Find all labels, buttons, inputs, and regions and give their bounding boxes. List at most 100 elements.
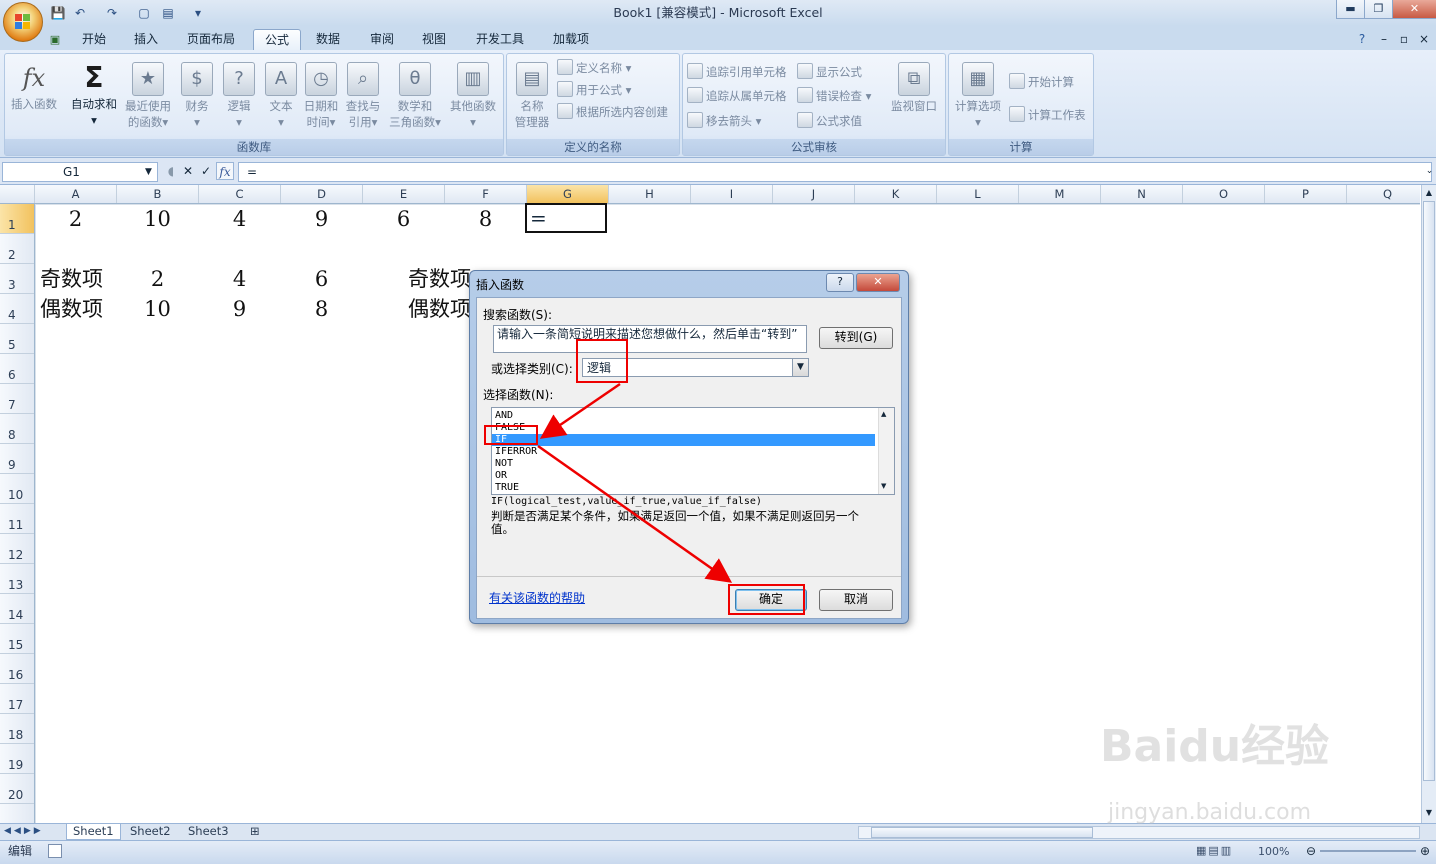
cell-D4[interactable]: 8 <box>281 294 362 324</box>
row-header-10[interactable]: 10 <box>0 474 34 504</box>
tab-developer[interactable]: 开发工具 <box>466 29 534 50</box>
column-header-O[interactable]: O <box>1183 185 1265 203</box>
function-item-not[interactable]: NOT <box>495 458 875 470</box>
category-select[interactable]: 逻辑 ▼ <box>582 358 809 377</box>
help-icon[interactable]: ? <box>1352 29 1372 50</box>
watch-window-button[interactable]: ⧉ 监视窗口 <box>887 62 941 114</box>
column-header-F[interactable]: F <box>445 185 527 203</box>
function-item-true[interactable]: TRUE <box>495 482 875 494</box>
row-header-12[interactable]: 12 <box>0 534 34 564</box>
datetime-button[interactable]: ◷ 日期和 时间▾ <box>301 62 341 130</box>
function-item-iferror[interactable]: IFERROR <box>495 446 875 458</box>
formula-input[interactable]: = <box>238 162 1432 182</box>
row-header-1[interactable]: 1 <box>0 204 34 234</box>
row-header-2[interactable]: 2 <box>0 234 34 264</box>
calc-sheet-button[interactable]: 计算工作表 <box>1009 105 1086 125</box>
maximize-button[interactable]: ❐ <box>1364 0 1393 19</box>
cell-A1[interactable]: 2 <box>35 204 116 234</box>
row-header-9[interactable]: 9 <box>0 444 34 474</box>
column-header-C[interactable]: C <box>199 185 281 203</box>
scroll-up-icon[interactable]: ▲ <box>1423 187 1435 199</box>
horizontal-scrollbar[interactable] <box>858 826 1420 839</box>
column-header-J[interactable]: J <box>773 185 855 203</box>
evaluate-formula-button[interactable]: 公式求值 <box>797 111 862 131</box>
insert-function-fx-icon[interactable]: fx <box>216 162 234 180</box>
vertical-scrollbar[interactable]: ▲ ▼ <box>1421 185 1436 823</box>
undo-icon[interactable]: ↶ <box>72 5 88 21</box>
zoom-slider[interactable] <box>1320 850 1416 852</box>
row-header-16[interactable]: 16 <box>0 654 34 684</box>
customize-qat-icon[interactable]: ▾ <box>190 5 206 21</box>
function-list[interactable]: AND FALSE IF IFERROR NOT OR TRUE ▲ ▼ <box>491 407 895 495</box>
column-header-D[interactable]: D <box>281 185 363 203</box>
list-scroll-up-icon[interactable]: ▲ <box>881 410 886 418</box>
function-list-scrollbar[interactable]: ▲ ▼ <box>878 408 894 494</box>
remove-arrows-button[interactable]: 移去箭头 ▾ <box>687 111 761 131</box>
show-formulas-button[interactable]: 显示公式 <box>797 62 862 82</box>
cell-B3[interactable]: 2 <box>117 264 198 294</box>
sheet-tab-2[interactable]: Sheet2 <box>124 824 177 839</box>
more-functions-button[interactable]: ▥ 其他函数 ▾ <box>445 62 501 130</box>
tab-formulas[interactable]: 公式 <box>253 29 301 51</box>
trace-dependents-button[interactable]: 追踪从属单元格 <box>687 86 787 106</box>
name-box[interactable]: G1 ▼ <box>2 162 158 182</box>
print-preview-icon[interactable]: ▢ <box>136 5 152 21</box>
insert-function-button[interactable]: fx 插入函数 <box>7 62 61 112</box>
function-item-or[interactable]: OR <box>495 470 875 482</box>
expand-formula-bar-icon[interactable]: ⌄ <box>1424 162 1435 180</box>
confirm-entry-icon[interactable]: ✓ <box>198 162 214 180</box>
tab-data[interactable]: 数据 <box>306 29 350 50</box>
cell-C3[interactable]: 4 <box>199 264 280 294</box>
sheet-tab-1[interactable]: Sheet1 <box>66 824 121 840</box>
row-header-13[interactable]: 13 <box>0 564 34 594</box>
insert-sheet-icon[interactable]: ⊞ <box>244 824 266 839</box>
row-header-5[interactable]: 5 <box>0 324 34 354</box>
cell-D1[interactable]: 9 <box>281 204 362 234</box>
cancel-button[interactable]: 取消 <box>819 589 893 611</box>
cell-B4[interactable]: 10 <box>117 294 198 324</box>
save-icon[interactable]: 💾 <box>50 5 66 21</box>
row-header-7[interactable]: 7 <box>0 384 34 414</box>
column-header-G[interactable]: G <box>527 185 609 203</box>
column-header-E[interactable]: E <box>363 185 445 203</box>
cell-A3[interactable]: 奇数项 <box>35 264 121 294</box>
goto-button[interactable]: 转到(G) <box>819 327 893 349</box>
ok-button[interactable]: 确定 <box>735 589 807 611</box>
financial-button[interactable]: $ 财务 ▾ <box>177 62 217 130</box>
name-box-dropdown-icon[interactable]: ▼ <box>145 163 152 181</box>
scroll-down-icon[interactable]: ▼ <box>1423 807 1435 819</box>
ribbon-close-icon[interactable]: × <box>1416 29 1432 50</box>
tab-insert[interactable]: 插入 <box>124 29 168 50</box>
zoom-level[interactable]: 100% <box>1258 841 1289 862</box>
logical-button[interactable]: ? 逻辑 ▾ <box>219 62 259 130</box>
cell-E1[interactable]: 6 <box>363 204 444 234</box>
zoom-in-icon[interactable]: ⊕ <box>1418 844 1432 858</box>
column-header-A[interactable]: A <box>35 185 117 203</box>
close-button[interactable]: ✕ <box>1392 0 1436 19</box>
dialog-help-button[interactable]: ? <box>826 273 854 292</box>
lookup-button[interactable]: ⌕ 查找与 引用▾ <box>343 62 383 130</box>
name-manager-button[interactable]: ▤ 名称 管理器 <box>509 62 555 130</box>
vertical-scroll-thumb[interactable] <box>1423 201 1435 781</box>
ribbon-minimize-icon[interactable]: – <box>1376 29 1392 50</box>
zoom-out-icon[interactable]: ⊖ <box>1304 844 1318 858</box>
search-function-input[interactable]: 请输入一条简短说明来描述您想做什么，然后单击“转到” <box>493 325 807 353</box>
cell-B1[interactable]: 10 <box>117 204 198 234</box>
dialog-close-button[interactable]: ✕ <box>856 273 900 292</box>
row-header-17[interactable]: 17 <box>0 684 34 714</box>
view-buttons-icon[interactable]: ▦▤▥ <box>1196 844 1248 858</box>
row-header-8[interactable]: 8 <box>0 414 34 444</box>
row-header-4[interactable]: 4 <box>0 294 34 324</box>
column-header-I[interactable]: I <box>691 185 773 203</box>
use-in-formula-button[interactable]: 用于公式 ▾ <box>557 80 631 100</box>
function-item-false[interactable]: FALSE <box>495 422 875 434</box>
cell-C1[interactable]: 4 <box>199 204 280 234</box>
tab-home[interactable]: 开始 <box>72 29 116 50</box>
trace-precedents-button[interactable]: 追踪引用单元格 <box>687 62 787 82</box>
column-header-M[interactable]: M <box>1019 185 1101 203</box>
row-header-18[interactable]: 18 <box>0 714 34 744</box>
active-cell-G1[interactable]: = <box>525 203 607 233</box>
tab-view[interactable]: 视图 <box>412 29 456 50</box>
tab-review[interactable]: 审阅 <box>360 29 404 50</box>
define-name-button[interactable]: 定义名称 ▾ <box>557 58 631 78</box>
